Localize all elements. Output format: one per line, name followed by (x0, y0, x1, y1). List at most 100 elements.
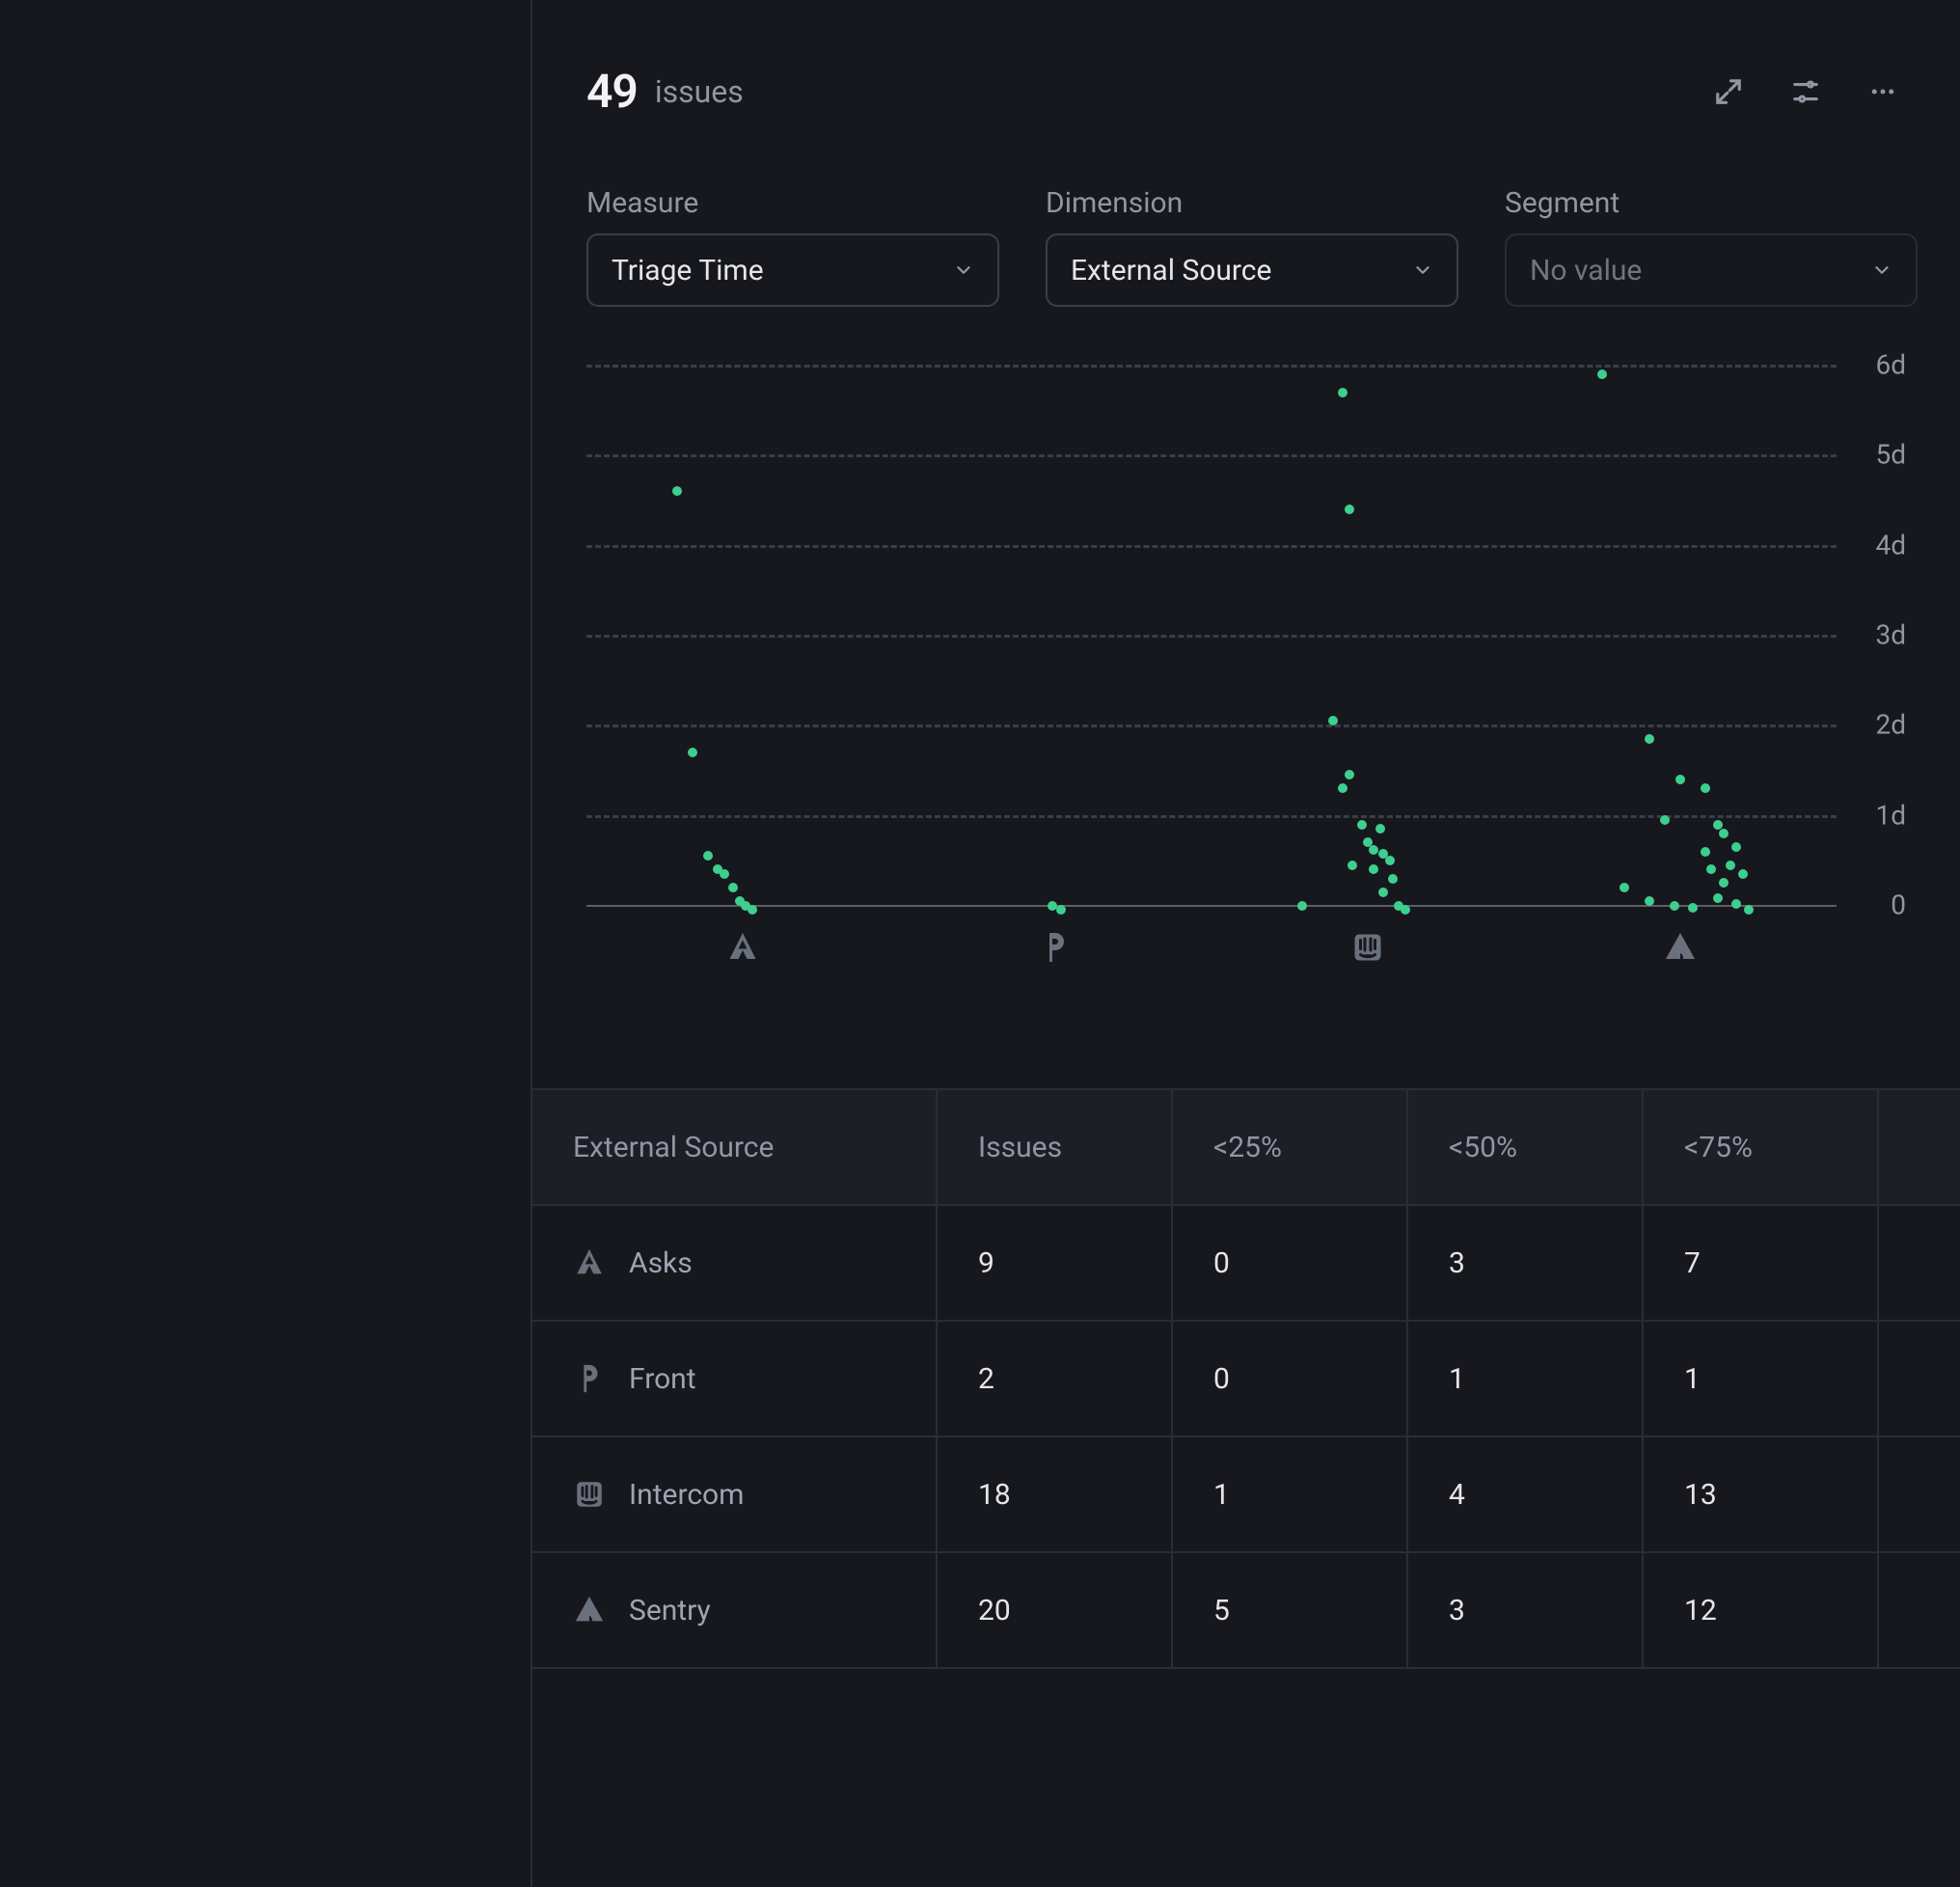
td-p75: 1 (1644, 1322, 1879, 1436)
data-point[interactable] (1701, 847, 1710, 857)
data-point[interactable] (720, 869, 729, 879)
th-source[interactable]: External Source (532, 1090, 938, 1204)
chevron-down-icon (953, 260, 974, 281)
data-point[interactable] (1713, 820, 1723, 830)
segment-select[interactable]: No value (1505, 233, 1918, 307)
data-point[interactable] (688, 748, 697, 757)
data-point[interactable] (1345, 505, 1354, 514)
td-issues: 2 (938, 1322, 1173, 1436)
data-point[interactable] (1338, 783, 1348, 793)
data-point[interactable] (728, 883, 738, 892)
td-p25: 0 (1173, 1206, 1408, 1320)
data-point[interactable] (1375, 824, 1385, 834)
data-point[interactable] (1620, 883, 1629, 892)
data-point[interactable] (1401, 905, 1410, 915)
asks-icon (573, 1246, 606, 1279)
data-point[interactable] (1719, 829, 1729, 838)
data-point[interactable] (1338, 388, 1348, 397)
grid-line (586, 815, 1837, 818)
data-point[interactable] (1048, 901, 1057, 911)
data-point[interactable] (1385, 856, 1395, 865)
td-source: Asks (532, 1206, 938, 1320)
dimension-select[interactable]: External Source (1046, 233, 1458, 307)
data-point[interactable] (1726, 861, 1735, 870)
data-point[interactable] (748, 905, 757, 915)
data-point[interactable] (1369, 864, 1378, 874)
td-source: Front (532, 1322, 938, 1436)
filter-segment-label: Segment (1505, 186, 1918, 220)
data-point[interactable] (1670, 901, 1679, 911)
grid-line (586, 454, 1837, 457)
data-point[interactable] (1738, 869, 1748, 879)
td-p25: 5 (1173, 1553, 1408, 1667)
data-point[interactable] (1348, 861, 1357, 870)
table-row[interactable]: Intercom181413 (532, 1437, 1960, 1553)
data-point[interactable] (1731, 899, 1741, 909)
filter-segment: Segment No value (1505, 186, 1918, 307)
more-icon (1868, 77, 1897, 106)
data-point[interactable] (1744, 905, 1754, 915)
main-panel: 49 issues Measure Triage Time Dimension (532, 0, 1960, 1887)
segment-select-value: No value (1530, 254, 1856, 287)
data-point[interactable] (1713, 893, 1723, 903)
data-point[interactable] (1645, 734, 1654, 744)
data-point[interactable] (1369, 845, 1378, 855)
data-point[interactable] (1328, 716, 1338, 725)
th-p75[interactable]: <75% (1644, 1090, 1879, 1204)
th-p50[interactable]: <50% (1408, 1090, 1644, 1204)
source-name: Front (629, 1362, 696, 1396)
y-tick: 3d (1852, 619, 1906, 651)
td-p50: 1 (1408, 1322, 1644, 1436)
data-point[interactable] (1345, 770, 1354, 779)
table-row[interactable]: Sentry205312 (532, 1553, 1960, 1669)
data-point[interactable] (1688, 903, 1698, 913)
data-point[interactable] (1706, 864, 1716, 874)
td-issues: 9 (938, 1206, 1173, 1320)
expand-button[interactable] (1709, 72, 1748, 111)
sliders-icon (1791, 77, 1820, 106)
table-row[interactable]: Front2011 (532, 1322, 1960, 1437)
data-point[interactable] (1056, 905, 1066, 915)
y-tick: 5d (1852, 439, 1906, 471)
data-table: External Source Issues <25% <50% <75% As… (532, 1088, 1960, 1669)
data-point[interactable] (1378, 888, 1388, 897)
data-point[interactable] (1675, 775, 1685, 784)
data-point[interactable] (1645, 896, 1654, 906)
data-point[interactable] (672, 486, 682, 496)
td-source: Intercom (532, 1437, 938, 1551)
td-source: Sentry (532, 1553, 938, 1667)
more-button[interactable] (1864, 72, 1902, 111)
grid-line (586, 725, 1837, 727)
scatter-chart: 01d2d3d4d5d6d (586, 365, 1918, 1040)
data-point[interactable] (703, 851, 713, 861)
expand-icon (1714, 77, 1743, 106)
data-point[interactable] (1660, 815, 1670, 825)
td-p75: 13 (1644, 1437, 1879, 1551)
source-name: Intercom (629, 1478, 744, 1512)
filter-measure: Measure Triage Time (586, 186, 999, 307)
data-point[interactable] (1357, 820, 1367, 830)
grid-line (586, 635, 1837, 638)
issue-count-label: issues (655, 73, 744, 110)
data-point[interactable] (1719, 878, 1729, 888)
measure-select[interactable]: Triage Time (586, 233, 999, 307)
td-p25: 1 (1173, 1437, 1408, 1551)
data-point[interactable] (1731, 842, 1741, 852)
y-tick: 1d (1852, 799, 1906, 831)
td-p50: 3 (1408, 1553, 1644, 1667)
data-point[interactable] (1297, 901, 1307, 911)
th-issues[interactable]: Issues (938, 1090, 1173, 1204)
settings-sliders-button[interactable] (1786, 72, 1825, 111)
data-point[interactable] (1388, 874, 1398, 884)
issue-count: 49 (586, 64, 638, 119)
table-row[interactable]: Asks9037 (532, 1206, 1960, 1322)
intercom-icon (1350, 930, 1385, 965)
chevron-down-icon (1871, 260, 1892, 281)
td-tail (1879, 1322, 1960, 1436)
th-p25[interactable]: <25% (1173, 1090, 1408, 1204)
sidebar-blank (0, 0, 532, 1887)
data-point[interactable] (1701, 783, 1710, 793)
data-point[interactable] (1597, 369, 1607, 379)
td-issues: 18 (938, 1437, 1173, 1551)
td-p25: 0 (1173, 1322, 1408, 1436)
